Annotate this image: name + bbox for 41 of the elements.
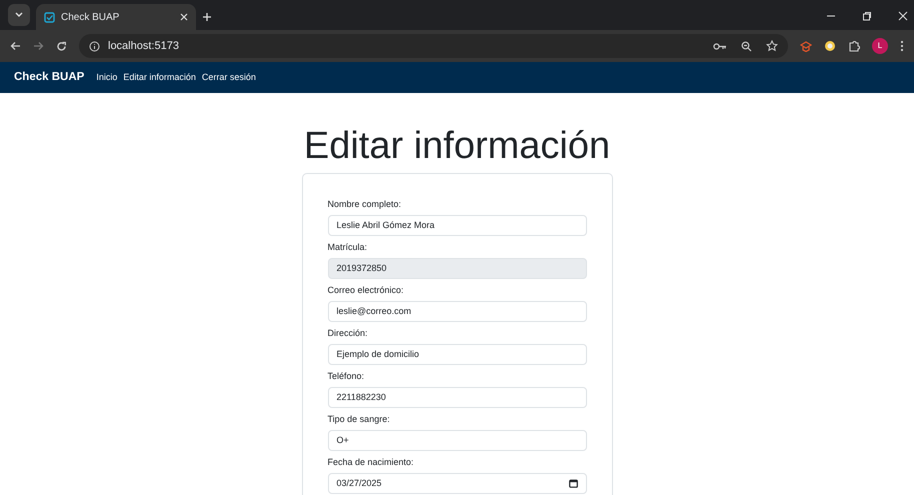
field-label: Fecha de nacimiento: (328, 456, 415, 468)
field-label: Correo electrónico: (328, 284, 405, 296)
checkbox-icon (44, 12, 55, 22)
chevron-icon (15, 12, 23, 18)
reload-icon[interactable] (56, 40, 67, 52)
nav-link[interactable]: Inicio (96, 70, 118, 84)
field-label: Teléfono: (328, 370, 366, 382)
star-icon[interactable] (766, 40, 778, 52)
zoom-icon[interactable] (741, 40, 752, 52)
input-field[interactable]: Leslie Abril Gómez Mora (328, 215, 586, 236)
page-title: Editar información (302, 127, 612, 165)
menu-icon[interactable] (900, 40, 904, 52)
tab-search-button[interactable] (8, 4, 30, 26)
back-icon[interactable] (10, 41, 21, 51)
tab-title: Check BUAP (61, 10, 120, 24)
nav-link[interactable]: Editar información (123, 70, 196, 84)
calendar-icon[interactable] (568, 479, 578, 488)
address-bar[interactable]: localhost:5173 (79, 34, 788, 58)
browser-tab[interactable]: Check BUAP (36, 4, 196, 30)
new-tab-icon[interactable] (202, 12, 212, 22)
forward-icon[interactable] (33, 41, 44, 51)
restore-icon[interactable] (862, 11, 872, 21)
close-icon[interactable] (180, 13, 188, 21)
url-text: localhost:5173 (108, 38, 180, 54)
info-icon[interactable] (89, 40, 100, 52)
field-label: Dirección: (328, 327, 369, 339)
close-icon[interactable] (898, 11, 908, 21)
field-label: Tipo de sangre: (328, 413, 391, 425)
input-field[interactable]: Ejemplo de domicilio (328, 344, 586, 365)
brand-title[interactable]: Check BUAP (14, 68, 84, 86)
puzzle-icon[interactable] (848, 40, 860, 52)
nav-link[interactable]: Cerrar sesión (202, 70, 256, 84)
input-field[interactable]: leslie@correo.com (328, 301, 586, 322)
profile-avatar[interactable]: L (872, 38, 888, 54)
date-field[interactable]: 03/27/2025 (328, 473, 586, 494)
input-field[interactable]: O+ (328, 430, 586, 451)
field-label: Matrícula: (328, 241, 368, 253)
input-field[interactable]: 2211882230 (328, 387, 586, 408)
key-icon[interactable] (713, 42, 727, 50)
extension-icon[interactable] (824, 40, 836, 52)
field-label: Nombre completo: (328, 198, 402, 210)
